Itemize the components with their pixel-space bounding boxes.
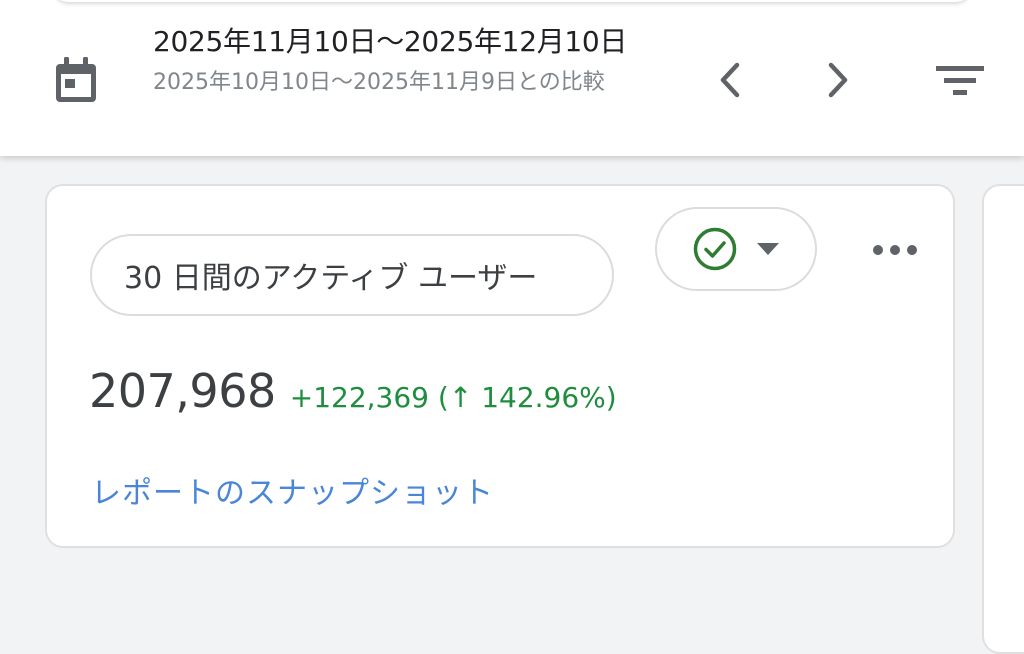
comparison-range: 2025年10月10日〜2025年11月9日との比較 xyxy=(153,70,605,95)
chevron-left-icon xyxy=(720,62,740,98)
filter-icon xyxy=(936,66,984,95)
active-users-card: 30 日間のアクティブ ユーザー 207,968 +122,369 (↑ 142… xyxy=(45,184,955,548)
next-period-button[interactable] xyxy=(810,52,866,108)
arrow-up-icon: ↑ xyxy=(448,381,473,414)
report-snapshot-link[interactable]: レポートのスナップショット xyxy=(91,468,494,512)
date-range-block[interactable]: 2025年11月10日〜2025年12月10日 2025年10月10日〜2025… xyxy=(153,24,673,102)
metric-selector-chip[interactable]: 30 日間のアクティブ ユーザー xyxy=(90,234,614,316)
more-horizontal-icon xyxy=(873,245,917,255)
filter-button[interactable] xyxy=(930,52,990,108)
metric-value: 207,968 xyxy=(89,364,276,418)
date-header: 2025年11月10日〜2025年12月10日 2025年10月10日〜2025… xyxy=(0,0,1024,156)
change-percent: 142.96%) xyxy=(481,381,617,414)
metric-change: +122,369 (↑ 142.96%) xyxy=(290,381,617,414)
next-card-edge xyxy=(982,184,1024,654)
caret-down-icon xyxy=(757,243,779,255)
date-range: 2025年11月10日〜2025年12月10日 xyxy=(153,25,628,58)
calendar-icon[interactable] xyxy=(52,55,100,105)
previous-card-edge xyxy=(54,0,970,2)
metric-label: 30 日間のアクティブ ユーザー xyxy=(124,261,538,296)
comparison-status-dropdown[interactable] xyxy=(655,207,817,291)
change-amount: +122,369 ( xyxy=(289,381,449,414)
metric-value-row: 207,968 +122,369 (↑ 142.96%) xyxy=(89,364,617,418)
check-circle-icon xyxy=(693,227,737,271)
chevron-right-icon xyxy=(828,62,848,98)
more-options-button[interactable] xyxy=(867,230,923,270)
previous-period-button[interactable] xyxy=(702,52,758,108)
